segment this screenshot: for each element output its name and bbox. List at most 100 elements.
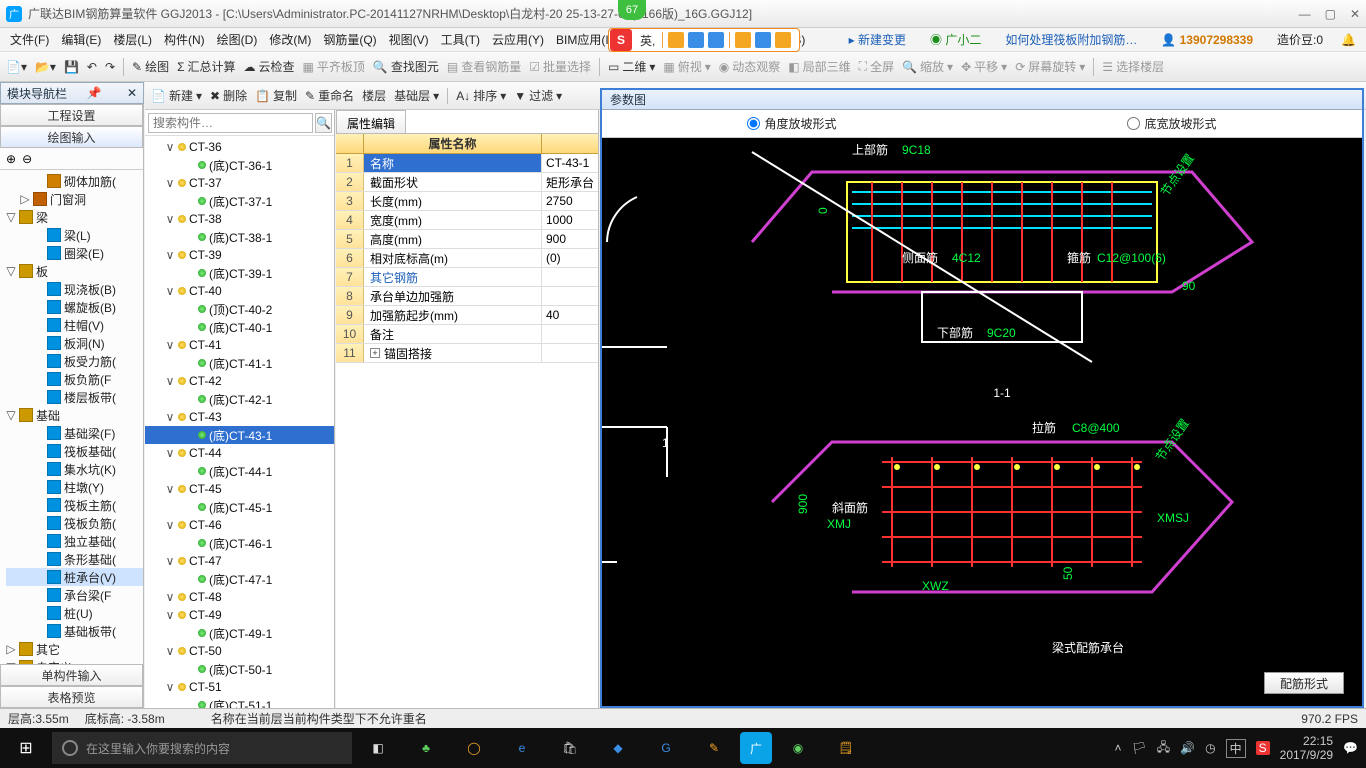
- component-item[interactable]: ∨CT-39: [145, 246, 334, 264]
- menu-zaodou[interactable]: 造价豆:0: [1273, 29, 1327, 50]
- task-edge[interactable]: e: [500, 728, 544, 768]
- tree-node[interactable]: 基础梁(F): [6, 424, 143, 442]
- component-item[interactable]: ∨CT-49: [145, 606, 334, 624]
- new-file-button[interactable]: 📄▾: [6, 60, 27, 74]
- tree-node[interactable]: 砌体加筋(: [6, 172, 143, 190]
- angle-slope-radio[interactable]: 角度放坡形式: [747, 115, 836, 132]
- tree-node[interactable]: 板负筋(F: [6, 370, 143, 388]
- minimize-button[interactable]: —: [1299, 7, 1311, 21]
- menu-item[interactable]: 构件(N): [160, 29, 209, 50]
- component-item[interactable]: ∨CT-50: [145, 642, 334, 660]
- tree-node[interactable]: 筏板基础(: [6, 442, 143, 460]
- new-button[interactable]: 📄 新建 ▾: [151, 87, 202, 104]
- tree-node[interactable]: 板受力筋(: [6, 352, 143, 370]
- flatroof-button[interactable]: ▦ 平齐板顶: [303, 58, 365, 75]
- pan-button[interactable]: ✥ 平移 ▾: [961, 58, 1007, 75]
- save-button[interactable]: 💾: [64, 60, 79, 74]
- batchsel-button[interactable]: ☑ 批量选择: [529, 58, 591, 75]
- search-button[interactable]: 🔍: [315, 113, 332, 133]
- task-app[interactable]: G: [644, 728, 688, 768]
- menu-item[interactable]: 文件(F): [6, 29, 53, 50]
- prop-row[interactable]: 9加强筋起步(mm)40: [336, 306, 598, 325]
- findgraph-button[interactable]: 🔍 查找图元: [373, 58, 439, 75]
- tree-node[interactable]: 独立基础(: [6, 532, 143, 550]
- menu-item[interactable]: 云应用(Y): [488, 29, 548, 50]
- ime-toolbar[interactable]: S 英,: [608, 28, 800, 52]
- menu-item[interactable]: BIM应用(I): [552, 29, 617, 50]
- viewrebar-button[interactable]: ▤ 查看钢筋量: [447, 58, 521, 75]
- cloudcheck-button[interactable]: ☁ 云检查: [244, 58, 295, 75]
- maximize-button[interactable]: ▢: [1325, 7, 1336, 21]
- menu-item[interactable]: 楼层(L): [109, 29, 156, 50]
- menu-phone[interactable]: 👤 13907298339: [1157, 31, 1257, 49]
- menu-item[interactable]: 工具(T): [437, 29, 484, 50]
- prop-row[interactable]: 6相对底标高(m)(0): [336, 249, 598, 268]
- zoom-button[interactable]: 🔍 缩放 ▾: [902, 58, 953, 75]
- component-item[interactable]: ∨CT-48: [145, 588, 334, 606]
- component-item[interactable]: (底)CT-40-1: [145, 318, 334, 336]
- menu-helptext[interactable]: 如何处理筏板附加钢筋…: [1001, 29, 1141, 50]
- component-item[interactable]: ∨CT-38: [145, 210, 334, 228]
- task-app[interactable]: ◉: [776, 728, 820, 768]
- component-item[interactable]: ∨CT-43: [145, 408, 334, 426]
- category-tree[interactable]: 砌体加筋(▷门窗洞▽梁梁(L)圈梁(E)▽板现浇板(B)螺旋板(B)柱帽(V)板…: [0, 170, 143, 664]
- component-item[interactable]: (底)CT-39-1: [145, 264, 334, 282]
- menu-item[interactable]: 视图(V): [385, 29, 433, 50]
- undo-button[interactable]: ↶: [87, 60, 97, 74]
- task-app[interactable]: 广: [740, 732, 772, 764]
- menu-item[interactable]: 钢筋量(Q): [319, 29, 380, 50]
- search-input[interactable]: [148, 113, 313, 133]
- task-app[interactable]: 🗒: [824, 728, 868, 768]
- tree-node[interactable]: 筏板负筋(: [6, 514, 143, 532]
- component-item[interactable]: (底)CT-47-1: [145, 570, 334, 588]
- tree-node[interactable]: 基础板带(: [6, 622, 143, 640]
- component-item[interactable]: (底)CT-41-1: [145, 354, 334, 372]
- component-item[interactable]: ∨CT-46: [145, 516, 334, 534]
- open-button[interactable]: 📂▾: [35, 60, 56, 74]
- delete-button[interactable]: ✖ 删除: [210, 87, 247, 104]
- component-item[interactable]: ∨CT-37: [145, 174, 334, 192]
- component-item[interactable]: (底)CT-42-1: [145, 390, 334, 408]
- ime-icon[interactable]: [708, 32, 724, 48]
- property-grid[interactable]: 1名称CT-43-12截面形状矩形承台3长度(mm)27504宽度(mm)100…: [336, 154, 598, 708]
- tray-vol-icon[interactable]: 🔊: [1180, 741, 1195, 755]
- tray-net-icon[interactable]: 🖧: [1157, 738, 1170, 759]
- ime-icon[interactable]: [735, 32, 751, 48]
- component-item[interactable]: (底)CT-50-1: [145, 660, 334, 678]
- sumcalc-button[interactable]: Σ 汇总计算: [177, 58, 235, 75]
- tree-node[interactable]: ▽板: [6, 262, 143, 280]
- prop-row[interactable]: 7其它钢筋: [336, 268, 598, 287]
- tree-node[interactable]: 柱墩(Y): [6, 478, 143, 496]
- component-item[interactable]: ∨CT-41: [145, 336, 334, 354]
- prop-row[interactable]: 5高度(mm)900: [336, 230, 598, 249]
- component-item[interactable]: ∨CT-45: [145, 480, 334, 498]
- tray-flag-icon[interactable]: 🏳: [1132, 741, 1147, 755]
- cad-canvas[interactable]: 1-1 上部筋 9C18 0 侧面筋 4C12 箍筋 C12@100(6) 90…: [602, 138, 1362, 706]
- tree-node[interactable]: 螺旋板(B): [6, 298, 143, 316]
- floor-select[interactable]: 基础层 ▾: [394, 87, 439, 104]
- prop-row[interactable]: 10备注: [336, 325, 598, 344]
- component-item[interactable]: (底)CT-45-1: [145, 498, 334, 516]
- twod-button[interactable]: ▭ 二维 ▾: [608, 58, 655, 75]
- menu-newchange[interactable]: ▸ 新建变更: [845, 29, 910, 50]
- prop-row[interactable]: 3长度(mm)2750: [336, 192, 598, 211]
- close-button[interactable]: ✕: [1350, 7, 1360, 21]
- copy-button[interactable]: 📋 复制: [255, 87, 297, 104]
- selfloor-button[interactable]: ☰ 选择楼层: [1102, 58, 1164, 75]
- fullscreen-button[interactable]: ⛶ 全屏: [859, 58, 894, 75]
- component-item[interactable]: ∨CT-36: [145, 138, 334, 156]
- bell-icon[interactable]: 🔔: [1337, 31, 1360, 49]
- collapse-icon[interactable]: ⊖: [22, 152, 32, 166]
- birdview-button[interactable]: ▦ 俯视 ▾: [663, 58, 710, 75]
- component-tree[interactable]: ∨CT-36(底)CT-36-1∨CT-37(底)CT-37-1∨CT-38(底…: [145, 136, 334, 708]
- tree-node[interactable]: 梁(L): [6, 226, 143, 244]
- tray-notif-icon[interactable]: 💬: [1343, 741, 1358, 755]
- drawing-button[interactable]: ✎ 绘图: [132, 58, 169, 75]
- component-item[interactable]: (底)CT-43-1: [145, 426, 334, 444]
- task-app[interactable]: ◯: [452, 728, 496, 768]
- tree-node[interactable]: 圈梁(E): [6, 244, 143, 262]
- close-panel-button[interactable]: ✕: [127, 86, 137, 100]
- tree-node[interactable]: ▷门窗洞: [6, 190, 143, 208]
- component-item[interactable]: ∨CT-40: [145, 282, 334, 300]
- tray-sogou-icon[interactable]: S: [1256, 741, 1270, 755]
